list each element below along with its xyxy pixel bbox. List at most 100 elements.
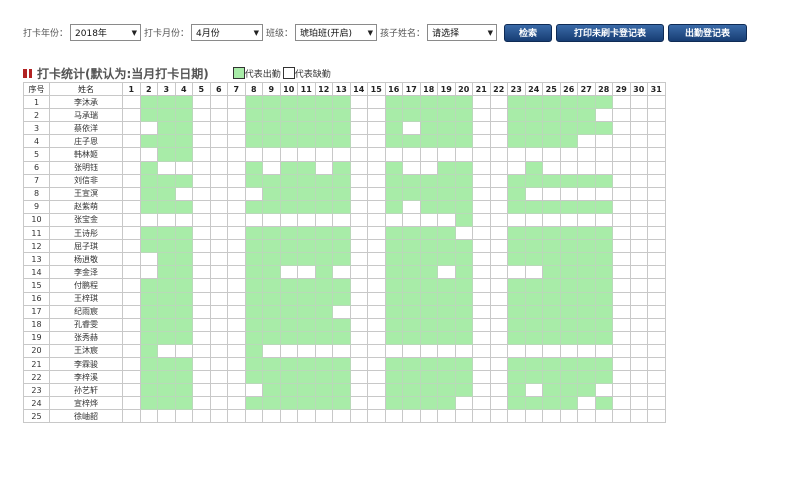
- attendance-cell-absent: [594, 147, 613, 162]
- attendance-cell-present: [332, 160, 351, 175]
- student-name: 屈子琪: [49, 239, 123, 254]
- attendance-cell-present: [157, 356, 176, 372]
- attendance-cell-present: [402, 173, 421, 188]
- attendance-cell-present: [402, 226, 421, 241]
- attendance-cell-absent: [629, 370, 648, 385]
- attendance-cell-absent: [402, 343, 421, 358]
- month-select[interactable]: 4月份 ▼: [191, 24, 264, 41]
- attendance-cell-absent: [244, 212, 263, 228]
- attendance-cell-present: [262, 396, 281, 411]
- attendance-cell-absent: [227, 160, 246, 175]
- attendance-cell-present: [559, 199, 578, 214]
- attendance-cell-absent: [594, 186, 613, 201]
- attendance-cell-absent: [629, 212, 648, 228]
- attendance-cell-absent: [647, 304, 666, 319]
- attendance-cell-present: [524, 304, 543, 319]
- attendance-cell-present: [314, 265, 333, 280]
- attendance-cell-present: [314, 356, 333, 372]
- attendance-cell-present: [174, 396, 193, 411]
- attendance-cell-absent: [349, 199, 368, 214]
- attendance-cell-present: [524, 173, 543, 188]
- attendance-cell-present: [437, 173, 456, 188]
- day-column-header: 24: [524, 81, 543, 97]
- student-name: 庄子恩: [49, 134, 123, 149]
- attendance-cell-absent: [122, 239, 141, 254]
- attendance-cell-present: [314, 383, 333, 398]
- attendance-cell-present: [297, 291, 316, 306]
- search-button[interactable]: 检索: [504, 23, 553, 42]
- attendance-register-button[interactable]: 出勤登记表: [668, 23, 748, 42]
- attendance-cell-present: [139, 370, 158, 385]
- attendance-cell-present: [542, 226, 561, 241]
- student-name: 王诗彤: [49, 226, 123, 241]
- attendance-cell-absent: [122, 147, 141, 162]
- attendance-cell-absent: [209, 212, 228, 228]
- attendance-cell-present: [279, 226, 298, 241]
- attendance-cell-absent: [209, 278, 228, 293]
- attendance-cell-absent: [472, 134, 491, 149]
- attendance-cell-absent: [454, 343, 473, 358]
- table-row: 15 付鹏程: [23, 278, 666, 293]
- attendance-cell-present: [507, 226, 526, 241]
- attendance-cell-absent: [524, 383, 543, 398]
- attendance-cell-present: [262, 134, 281, 149]
- attendance-cell-absent: [612, 226, 631, 241]
- attendance-cell-present: [297, 186, 316, 201]
- attendance-cell-present: [577, 265, 596, 280]
- row-index: 2: [23, 108, 50, 123]
- attendance-cell-absent: [279, 409, 298, 424]
- attendance-cell-present: [314, 121, 333, 136]
- attendance-cell-present: [454, 278, 473, 293]
- attendance-cell-absent: [647, 186, 666, 201]
- attendance-cell-absent: [192, 396, 211, 411]
- attendance-cell-present: [384, 278, 403, 293]
- attendance-cell-present: [314, 173, 333, 188]
- attendance-cell-absent: [262, 160, 281, 175]
- attendance-cell-present: [157, 252, 176, 267]
- attendance-cell-absent: [489, 239, 508, 254]
- attendance-cell-absent: [139, 121, 158, 136]
- row-index: 25: [23, 409, 50, 424]
- attendance-cell-absent: [629, 304, 648, 319]
- attendance-cell-absent: [472, 278, 491, 293]
- attendance-cell-absent: [122, 212, 141, 228]
- attendance-cell-present: [507, 330, 526, 345]
- year-select[interactable]: 2018年 ▼: [70, 24, 142, 41]
- attendance-cell-present: [454, 252, 473, 267]
- attendance-cell-present: [174, 239, 193, 254]
- attendance-cell-absent: [192, 317, 211, 332]
- day-column-header: 26: [559, 81, 578, 97]
- class-select[interactable]: 琥珀班(开启) ▼: [295, 24, 378, 41]
- attendance-cell-absent: [594, 212, 613, 228]
- attendance-cell-absent: [524, 343, 543, 358]
- attendance-cell-absent: [629, 383, 648, 398]
- attendance-cell-present: [314, 252, 333, 267]
- child-name-select[interactable]: 请选择 ▼: [427, 24, 498, 41]
- attendance-cell-absent: [402, 212, 421, 228]
- attendance-cell-absent: [612, 356, 631, 372]
- attendance-cell-absent: [647, 147, 666, 162]
- attendance-cell-absent: [314, 343, 333, 358]
- attendance-cell-absent: [472, 121, 491, 136]
- attendance-cell-absent: [384, 343, 403, 358]
- attendance-cell-absent: [559, 160, 578, 175]
- print-unswiped-register-button[interactable]: 打印未刷卡登记表: [556, 23, 665, 42]
- row-index: 21: [23, 356, 50, 372]
- attendance-cell-present: [262, 239, 281, 254]
- attendance-cell-present: [384, 108, 403, 123]
- attendance-cell-present: [594, 278, 613, 293]
- attendance-cell-absent: [192, 160, 211, 175]
- attendance-cell-present: [297, 356, 316, 372]
- attendance-cell-absent: [367, 291, 386, 306]
- attendance-cell-absent: [612, 121, 631, 136]
- attendance-cell-present: [542, 304, 561, 319]
- attendance-cell-absent: [437, 147, 456, 162]
- row-index: 23: [23, 383, 50, 398]
- attendance-cell-present: [542, 239, 561, 254]
- attendance-cell-present: [157, 265, 176, 280]
- attendance-cell-absent: [454, 396, 473, 411]
- attendance-cell-absent: [349, 396, 368, 411]
- student-name: 李霖骏: [49, 356, 123, 372]
- attendance-cell-absent: [227, 147, 246, 162]
- attendance-cell-present: [262, 383, 281, 398]
